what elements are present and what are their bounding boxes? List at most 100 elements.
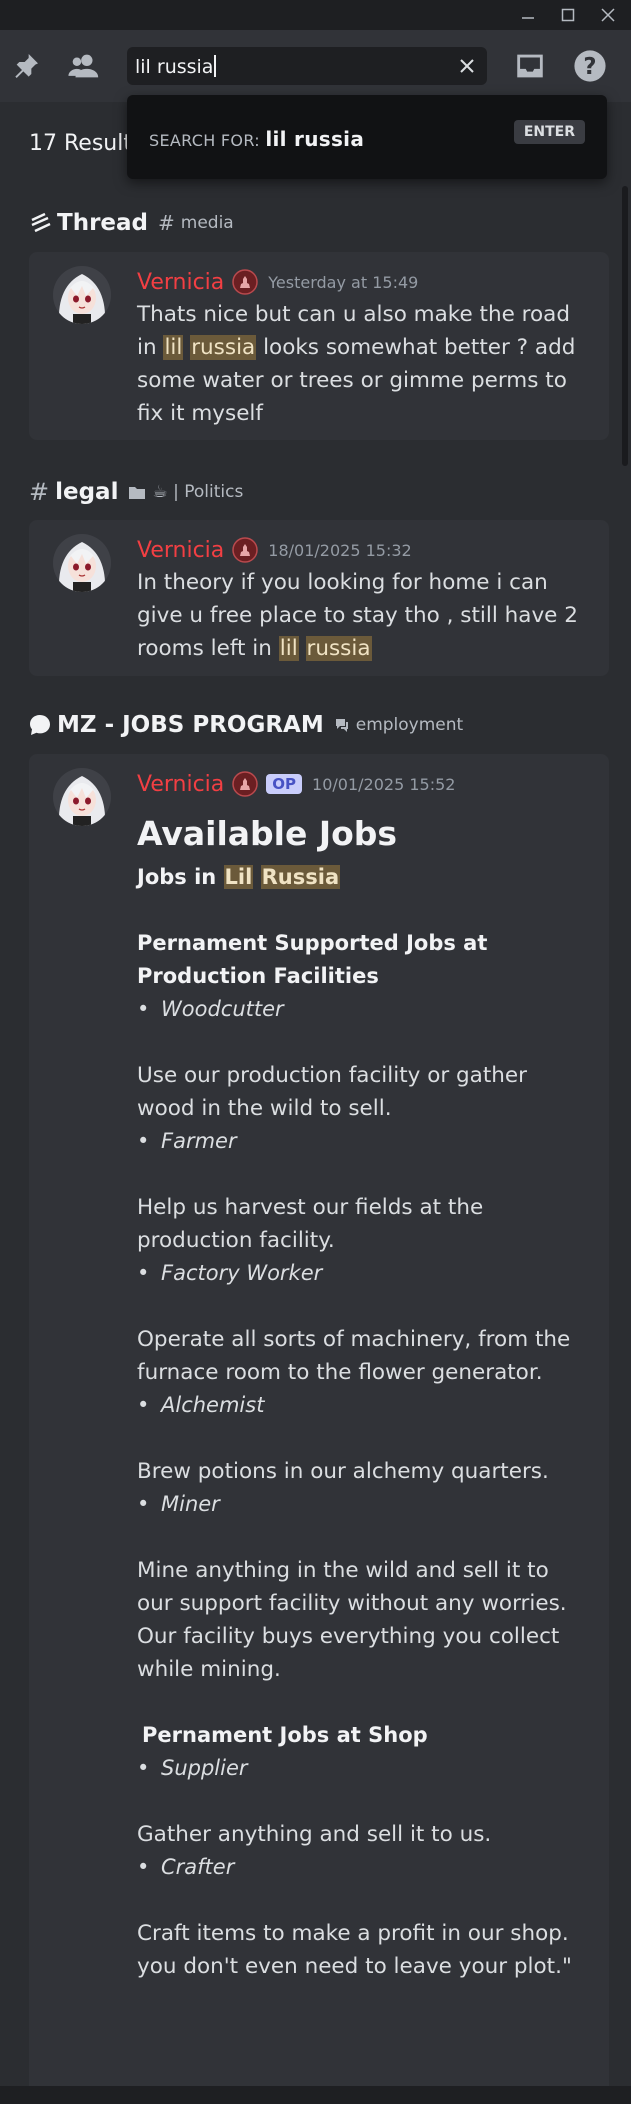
result-group-header[interactable]: Thread # media bbox=[29, 210, 234, 236]
maximize-button[interactable] bbox=[556, 4, 580, 26]
search-for-option[interactable]: SEARCH FOR: lil russia bbox=[149, 127, 364, 151]
search-query: lil russia bbox=[135, 55, 217, 78]
enter-key-hint: ENTER bbox=[513, 120, 585, 144]
search-result-message[interactable]: Vernicia Yesterday at 15:49 Thats nice b… bbox=[29, 252, 609, 440]
maximize-icon bbox=[561, 8, 575, 22]
message-timestamp: 18/01/2025 15:32 bbox=[268, 540, 412, 560]
avatar[interactable] bbox=[53, 266, 111, 324]
list-item: • Farmer bbox=[137, 1125, 591, 1158]
search-suggestion-popup[interactable]: SEARCH FOR: lil russia ENTER bbox=[127, 95, 607, 179]
role-icon[interactable] bbox=[232, 269, 259, 295]
list-item: • Alchemist bbox=[137, 1389, 591, 1422]
chat-bubble-icon bbox=[30, 715, 50, 735]
search-query-text: lil russia bbox=[135, 56, 214, 78]
message-timestamp: 10/01/2025 15:52 bbox=[312, 774, 456, 794]
role-icon[interactable] bbox=[232, 537, 259, 563]
job-name: Factory Worker bbox=[161, 1261, 323, 1285]
anime-avatar-image bbox=[53, 534, 111, 592]
message-text-part bbox=[299, 636, 306, 661]
message-header: Vernicia Yesterday at 15:49 bbox=[137, 266, 591, 298]
author-name[interactable]: Vernicia bbox=[137, 772, 224, 797]
search-result-message[interactable]: Vernicia 18/01/2025 15:32 In theory if y… bbox=[29, 520, 609, 676]
channel-name: legal bbox=[55, 479, 119, 505]
forum-icon bbox=[335, 719, 348, 732]
message-timestamp: Yesterday at 15:49 bbox=[268, 272, 419, 292]
bullet-glyph: • bbox=[137, 1756, 150, 1780]
message-header: Vernicia 18/01/2025 15:32 bbox=[137, 534, 591, 566]
message-content: Vernicia 18/01/2025 15:32 In theory if y… bbox=[137, 534, 591, 665]
bullet-glyph: • bbox=[137, 1393, 150, 1417]
job-description: Gather anything and sell it to us. bbox=[137, 1822, 492, 1847]
search-highlight: lil bbox=[278, 636, 299, 661]
channel-name: MZ - JOBS PROGRAM bbox=[57, 712, 324, 738]
section-title: Pernament Jobs at Shop bbox=[142, 1723, 428, 1747]
author-name[interactable]: Vernicia bbox=[137, 538, 224, 563]
search-result-message[interactable]: Vernicia OP 10/01/2025 15:52 Available J… bbox=[29, 754, 609, 2094]
job-name: Supplier bbox=[161, 1756, 248, 1780]
search-highlight: russia bbox=[305, 636, 372, 661]
hash-icon: # bbox=[29, 478, 50, 506]
author-name[interactable]: Vernicia bbox=[137, 270, 224, 295]
pinned-messages-button[interactable] bbox=[8, 48, 44, 84]
avatar[interactable] bbox=[53, 768, 111, 826]
job-description: Brew potions in our alchemy quarters. bbox=[137, 1459, 549, 1484]
inbox-button[interactable] bbox=[512, 48, 548, 84]
minimize-button[interactable] bbox=[516, 4, 540, 26]
result-group-header[interactable]: # legal ☕ | Politics bbox=[29, 478, 243, 506]
close-window-button[interactable] bbox=[596, 4, 620, 26]
parent-channel: # media bbox=[158, 211, 234, 235]
thread-icon bbox=[31, 212, 51, 233]
message-content: Vernicia OP 10/01/2025 15:52 Available J… bbox=[137, 768, 591, 1983]
hash-icon: # bbox=[158, 211, 175, 235]
role-icon[interactable] bbox=[232, 771, 259, 797]
job-name: Crafter bbox=[161, 1855, 235, 1879]
search-highlight: Lil bbox=[223, 865, 254, 889]
message-header: Vernicia OP 10/01/2025 15:52 bbox=[137, 768, 591, 800]
inbox-icon bbox=[517, 54, 543, 78]
results-scrollbar[interactable] bbox=[622, 186, 628, 466]
job-name: Farmer bbox=[161, 1129, 237, 1153]
parent-forum: employment bbox=[334, 715, 463, 735]
search-for-label: SEARCH FOR: bbox=[149, 131, 260, 150]
search-highlight: russia bbox=[190, 335, 257, 360]
section-title: Pernament Supported Jobs at Production F… bbox=[137, 931, 488, 988]
job-name: Woodcutter bbox=[161, 997, 284, 1021]
avatar[interactable] bbox=[53, 534, 111, 592]
anime-avatar-image bbox=[53, 768, 111, 826]
channel-name: Thread bbox=[57, 210, 148, 236]
job-description: Craft items to make a profit in our shop… bbox=[137, 1921, 572, 1979]
window-bottom-edge bbox=[0, 2086, 631, 2104]
parent-category-name: ☕ | Politics bbox=[152, 482, 244, 502]
search-highlight: lil bbox=[163, 335, 184, 360]
channel-toolbar: lil russia ? bbox=[0, 30, 631, 102]
bullet-glyph: • bbox=[137, 1855, 150, 1879]
message-text: In theory if you looking for home i can … bbox=[137, 566, 591, 665]
search-input[interactable]: lil russia bbox=[127, 47, 487, 85]
op-badge: OP bbox=[266, 774, 303, 794]
anime-avatar-image bbox=[53, 266, 111, 324]
minimize-icon bbox=[522, 17, 534, 19]
clear-search-icon[interactable] bbox=[457, 56, 477, 76]
list-item: • Miner bbox=[137, 1488, 591, 1521]
help-icon: ? bbox=[574, 50, 606, 82]
job-description: Mine anything in the wild and sell it to… bbox=[137, 1558, 567, 1682]
message-content: Vernicia Yesterday at 15:49 Thats nice b… bbox=[137, 266, 591, 430]
pin-icon bbox=[15, 54, 38, 78]
message-subheading: Jobs in Lil Russia bbox=[137, 861, 591, 894]
bullet-glyph: • bbox=[137, 1129, 150, 1153]
parent-category: ☕ | Politics bbox=[128, 482, 243, 502]
result-group-header[interactable]: MZ - JOBS PROGRAM employment bbox=[29, 712, 463, 738]
window-titlebar bbox=[0, 0, 631, 30]
member-list-button[interactable] bbox=[66, 48, 102, 84]
parent-forum-name: employment bbox=[355, 715, 464, 735]
message-heading: Available Jobs bbox=[137, 814, 398, 853]
help-button[interactable]: ? bbox=[572, 48, 608, 84]
folder-icon bbox=[129, 486, 146, 499]
job-description: Help us harvest our fields at the produc… bbox=[137, 1195, 484, 1253]
